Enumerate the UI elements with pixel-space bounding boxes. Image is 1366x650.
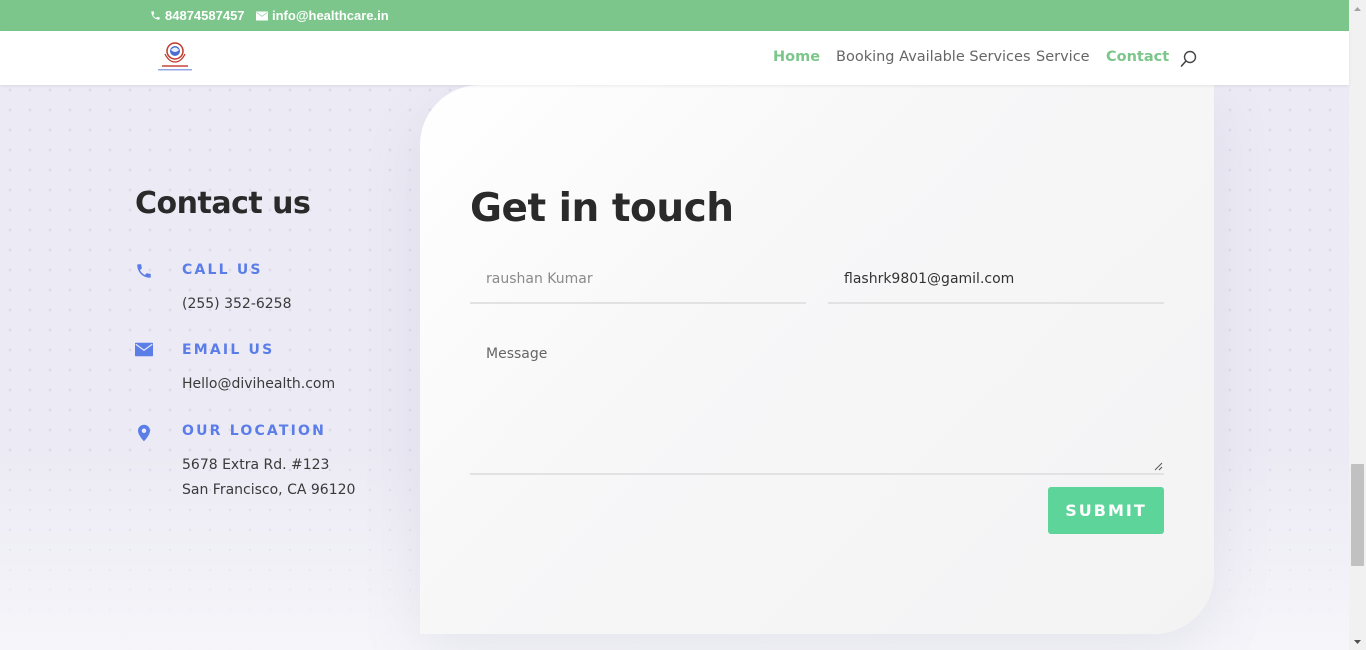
topbar-email-text: info@healthcare.in [272,8,389,23]
form-title: Get in touch [470,186,734,231]
message-field[interactable]: Message [470,340,1164,475]
location-address: 5678 Extra Rd. #123 San Francisco, CA 96… [182,453,355,503]
top-info-bar: 84874587457 info@healthcare.in [0,0,1349,31]
nav-item-service[interactable]: Service [1036,49,1090,65]
nav-item-contact[interactable]: Contact [1106,49,1169,65]
phone-icon [151,11,160,20]
topbar-phone-text: 84874587457 [165,8,245,23]
our-location-label: OUR LOCATION [182,423,327,439]
nav-item-booking[interactable]: Booking Available Services [836,49,1031,65]
map-pin-icon [138,424,150,442]
name-field-value: raushan Kumar [486,271,593,287]
phone-icon [137,264,151,278]
topbar-email[interactable]: info@healthcare.in [256,8,389,23]
page-scrollbar[interactable] [1349,0,1366,650]
email-field-value: flashrk9801@gamil.com [844,271,1015,287]
search-icon[interactable] [1180,50,1198,68]
topbar-phone[interactable]: 84874587457 [150,8,245,23]
submit-button[interactable]: SUBMIT [1048,487,1164,534]
email-us-value[interactable]: Hello@divihealth.com [182,372,335,397]
email-field[interactable]: flashrk9801@gamil.com [828,264,1164,304]
resize-handle-icon[interactable] [1154,462,1163,471]
site-logo[interactable] [154,40,196,74]
scrollbar-thumb[interactable] [1351,464,1364,566]
scroll-down-arrow-icon[interactable] [1349,633,1366,650]
envelope-icon [135,342,153,357]
email-us-label: EMAIL US [182,342,275,358]
location-line-1: 5678 Extra Rd. #123 [182,457,330,473]
envelope-icon [256,11,268,20]
message-placeholder: Message [486,346,548,362]
contact-title: Contact us [135,186,311,221]
call-us-value[interactable]: (255) 352-6258 [182,292,292,317]
site-header: Home Booking Available Services Service … [0,31,1349,85]
name-field[interactable]: raushan Kumar [470,264,806,304]
call-us-label: CALL US [182,262,263,278]
nav-item-home[interactable]: Home [773,49,820,65]
scroll-up-arrow-icon[interactable] [1349,0,1366,17]
location-line-2: San Francisco, CA 96120 [182,482,356,498]
